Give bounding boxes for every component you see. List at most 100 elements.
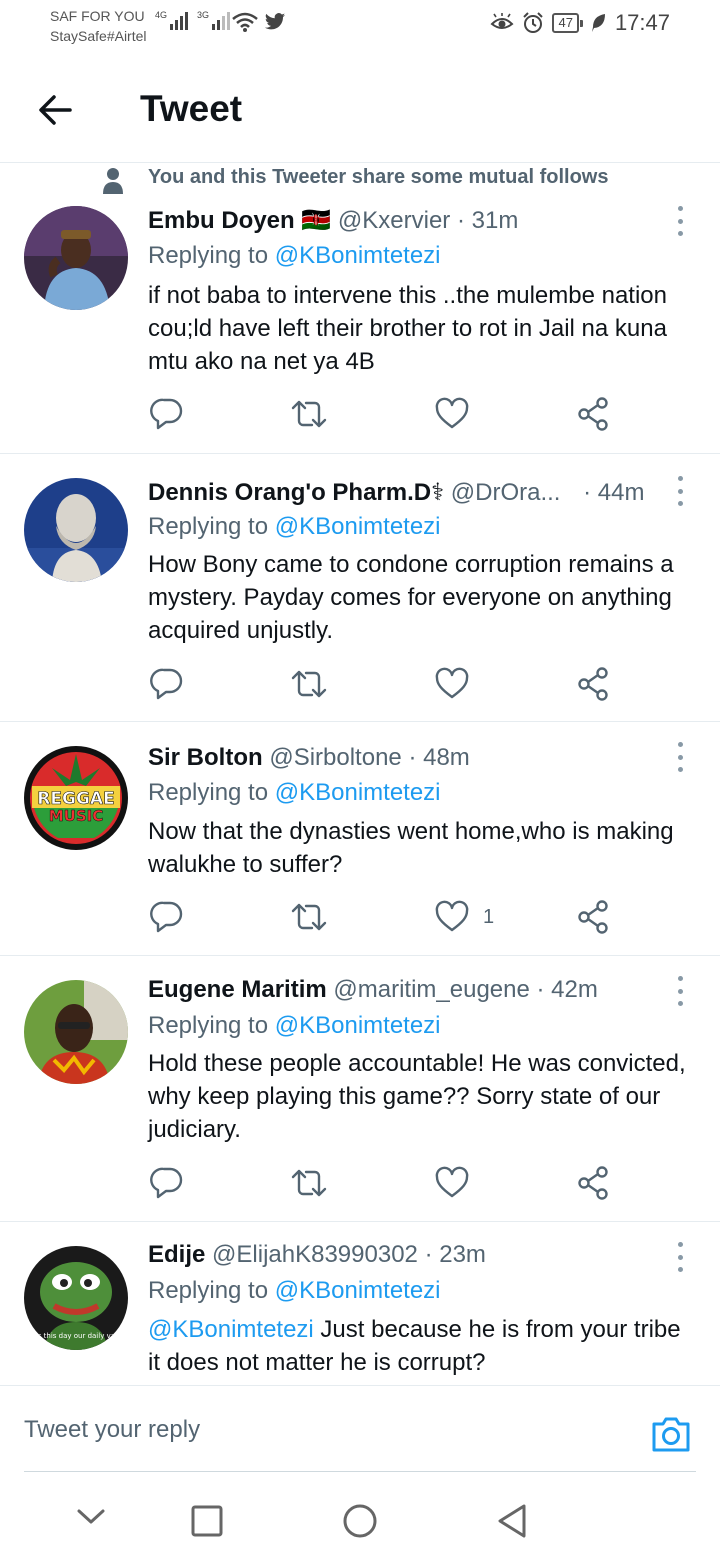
heart-icon — [435, 900, 469, 932]
display-name[interactable]: Sir Bolton — [148, 744, 263, 771]
tweet-text: if not baba to intervene this ..the mule… — [148, 282, 667, 375]
tweet-text: Now that the dynasties went home,who is … — [148, 818, 674, 878]
replying-to: Replying to @KBonimtetezi — [148, 513, 441, 541]
more-options-button[interactable] — [670, 476, 690, 506]
heart-icon — [435, 397, 469, 429]
replying-to-label: Replying to — [148, 779, 275, 806]
like-count: 1 — [483, 905, 495, 928]
avatar-photo — [24, 478, 128, 582]
tweet-1[interactable]: Embu Doyen 🇰🇪 @Kxervier · 31m Replying t… — [0, 196, 720, 454]
user-handle[interactable]: @Kxervier — [338, 207, 450, 234]
chevron-down-icon — [77, 1509, 105, 1524]
reply-button[interactable] — [150, 396, 184, 432]
more-options-button[interactable] — [670, 742, 690, 772]
status-icons-right: 47 17:47 — [490, 10, 670, 36]
reply-icon — [150, 1167, 183, 1199]
avatar[interactable]: REGGAE MUSIC — [24, 746, 128, 850]
nav-back-button[interactable] — [496, 1503, 528, 1544]
user-handle[interactable]: @ElijahK83990302 — [212, 1241, 418, 1268]
nav-home-button[interactable] — [342, 1503, 378, 1544]
replying-to-label: Replying to — [148, 1012, 275, 1039]
share-icon — [578, 900, 608, 934]
share-button[interactable] — [578, 666, 610, 702]
user-handle[interactable]: @Sirboltone — [269, 744, 401, 771]
more-options-button[interactable] — [670, 1242, 690, 1272]
share-button[interactable] — [578, 899, 610, 935]
retweet-icon — [291, 903, 327, 931]
avatar-photo — [24, 206, 128, 310]
carrier-name: SAF FOR YOU — [50, 8, 145, 24]
wifi-icon — [232, 12, 258, 32]
tweet-text: Hold these people accountable! He was co… — [148, 1050, 686, 1143]
signal-indicators: 4G 3G — [155, 10, 231, 30]
replying-to-mention[interactable]: @KBonimtetezi — [275, 513, 441, 540]
camera-icon — [652, 1417, 690, 1452]
twitter-bird-icon — [264, 13, 286, 30]
more-options-button[interactable] — [670, 976, 690, 1006]
battery-saver-leaf-icon — [591, 14, 605, 32]
text-mention[interactable]: @KBonimtetezi — [148, 1316, 314, 1343]
network-type-4g: 4G — [155, 10, 168, 20]
retweet-button[interactable] — [290, 899, 328, 935]
reply-icon — [150, 398, 183, 430]
avatar-text-line2: MUSIC — [49, 807, 104, 825]
reply-button[interactable] — [150, 666, 184, 702]
timestamp: · 42m — [536, 976, 598, 1003]
avatar[interactable]: e us this day our daily vawu — [24, 1246, 128, 1350]
retweet-button[interactable] — [290, 666, 328, 702]
tweet-2[interactable]: Dennis Orang'o Pharm.D⚕ @DrOra... · 44m … — [0, 454, 720, 722]
share-button[interactable] — [578, 1165, 610, 1201]
retweet-icon — [291, 670, 327, 698]
timestamp: · 48m — [408, 744, 470, 771]
tweet-header: Eugene Maritim @maritim_eugene · 42m — [148, 976, 660, 1004]
reply-button[interactable] — [150, 899, 184, 935]
more-options-button[interactable] — [670, 206, 690, 236]
tweet-5[interactable]: e us this day our daily vawu Edije @Elij… — [0, 1222, 720, 1385]
signal-bars-icon — [170, 10, 189, 30]
tweet-text: How Bony came to condone corruption rema… — [148, 551, 674, 644]
share-icon — [578, 1166, 608, 1200]
tweet-3[interactable]: REGGAE MUSIC Sir Bolton @Sirboltone · 48… — [0, 722, 720, 956]
user-handle[interactable]: @maritim_eugene — [333, 976, 529, 1003]
replying-to-mention[interactable]: @KBonimtetezi — [275, 242, 441, 269]
replying-to: Replying to @KBonimtetezi — [148, 779, 441, 807]
more-vertical-icon — [677, 476, 683, 481]
tweet-text: @KBonimtetezi Just because he is from yo… — [148, 1313, 696, 1379]
avatar-photo — [24, 980, 128, 1084]
reply-icon — [150, 901, 183, 933]
replying-to-mention[interactable]: @KBonimtetezi — [275, 1012, 441, 1039]
reply-input[interactable]: Tweet your reply — [24, 1416, 200, 1444]
like-button[interactable] — [435, 396, 483, 432]
nav-recents-button[interactable] — [191, 1505, 223, 1542]
like-button[interactable] — [435, 666, 483, 702]
display-name[interactable]: Edije — [148, 1241, 205, 1268]
tweet-header: Embu Doyen 🇰🇪 @Kxervier · 31m — [148, 206, 660, 235]
display-name[interactable]: Embu Doyen 🇰🇪 — [148, 207, 331, 234]
back-button[interactable] — [36, 90, 76, 130]
retweet-button[interactable] — [290, 396, 328, 432]
replying-to-mention[interactable]: @KBonimtetezi — [275, 1277, 441, 1304]
tweet-4[interactable]: Eugene Maritim @maritim_eugene · 42m Rep… — [0, 956, 720, 1222]
avatar[interactable] — [24, 478, 128, 582]
tweet-actions — [150, 1165, 620, 1201]
display-name[interactable]: Dennis Orang'o Pharm.D⚕ — [148, 479, 444, 506]
arrow-left-icon — [39, 95, 72, 125]
replying-to-mention[interactable]: @KBonimtetezi — [275, 779, 441, 806]
like-button[interactable]: 1 — [435, 899, 494, 935]
display-name[interactable]: Eugene Maritim — [148, 976, 327, 1003]
top-app-bar: Tweet — [0, 50, 720, 163]
retweet-button[interactable] — [290, 1165, 328, 1201]
camera-button[interactable] — [650, 1414, 692, 1459]
avatar[interactable] — [24, 980, 128, 1084]
retweet-icon — [291, 1169, 327, 1197]
user-handle[interactable]: @DrOra... — [451, 479, 561, 506]
nav-down-button[interactable] — [76, 1507, 106, 1532]
network-type-3g: 3G — [197, 10, 210, 20]
avatar-text-line1: REGGAE — [37, 789, 114, 809]
like-button[interactable] — [435, 1165, 483, 1201]
share-button[interactable] — [578, 396, 610, 432]
timestamp: · 23m — [424, 1241, 486, 1268]
reply-button[interactable] — [150, 1165, 184, 1201]
avatar[interactable] — [24, 206, 128, 310]
carrier-slogan: StaySafe#Airtel — [50, 28, 147, 44]
